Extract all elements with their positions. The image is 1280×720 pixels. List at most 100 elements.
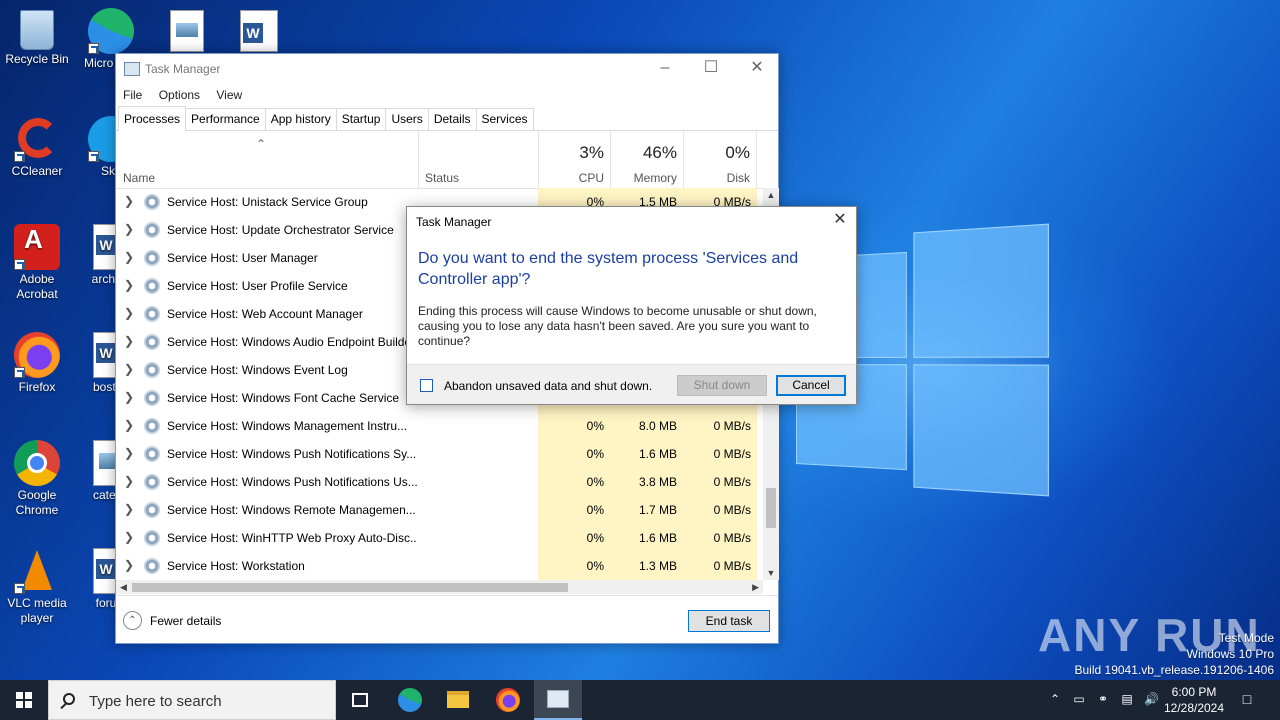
column-disk[interactable]: 0% Disk xyxy=(683,131,757,189)
chevron-right-icon[interactable]: ❯ xyxy=(124,334,134,348)
clock-date: 12/28/2024 xyxy=(1163,701,1225,715)
process-name: Service Host: Windows Push Notifications… xyxy=(167,475,417,489)
minimize-button[interactable]: – xyxy=(642,54,688,84)
desktop-icon-adobe-acrobat[interactable]: A Adobe Acrobat xyxy=(0,224,74,302)
scroll-right-icon[interactable]: ▶ xyxy=(752,580,759,594)
task-view-icon xyxy=(352,693,368,707)
taskbar-task-manager[interactable] xyxy=(534,680,582,720)
firefox-icon xyxy=(496,688,520,712)
tab-services[interactable]: Services xyxy=(475,108,534,130)
bluetooth-icon[interactable]: ⚭ xyxy=(1096,692,1110,706)
column-name[interactable]: ⌃ Name xyxy=(116,131,418,189)
taskbar-firefox[interactable] xyxy=(484,680,532,720)
scroll-thumb[interactable] xyxy=(132,583,568,592)
disk-cell: 0 MB/s xyxy=(683,552,757,580)
chrome-icon xyxy=(14,440,60,486)
process-name: Service Host: Web Account Manager xyxy=(167,307,363,321)
chevron-right-icon[interactable]: ❯ xyxy=(124,474,134,488)
cpu-cell: 0% xyxy=(538,496,610,524)
volume-icon[interactable]: 🔊 xyxy=(1144,692,1159,706)
scroll-thumb[interactable] xyxy=(766,488,776,528)
desktop-icon-recycle-bin[interactable]: Recycle Bin xyxy=(0,8,74,67)
process-name: Service Host: Windows Remote Managemen..… xyxy=(167,503,416,517)
folder-icon xyxy=(447,691,469,708)
column-cpu[interactable]: 3% CPU xyxy=(538,131,610,189)
column-cpu-label: CPU xyxy=(578,171,604,185)
tab-strip: Processes Performance App history Startu… xyxy=(116,106,778,131)
taskbar-file-explorer[interactable] xyxy=(434,680,482,720)
search-placeholder: Type here to search xyxy=(89,693,222,710)
tablet-icon[interactable]: ▭ xyxy=(1072,692,1086,706)
scroll-left-icon[interactable]: ◀ xyxy=(120,580,127,594)
close-button[interactable]: ✕ xyxy=(734,54,780,84)
menu-options[interactable]: Options xyxy=(159,84,200,106)
menu-view[interactable]: View xyxy=(216,84,242,106)
tab-app-history[interactable]: App history xyxy=(264,108,337,130)
table-row[interactable]: ❯ Service Host: Windows Push Notification… xyxy=(116,440,763,468)
chevron-right-icon[interactable]: ❯ xyxy=(124,194,134,208)
horizontal-scrollbar[interactable]: ◀ ▶ xyxy=(116,580,763,594)
network-icon[interactable]: ▤ xyxy=(1120,692,1134,706)
chevron-right-icon[interactable]: ❯ xyxy=(124,250,134,264)
fewer-details-button[interactable]: ⌃ Fewer details xyxy=(123,611,221,630)
chevron-right-icon[interactable]: ❯ xyxy=(124,390,134,404)
memory-cell: 1.6 MB xyxy=(610,440,683,468)
chevron-up-icon[interactable]: ⌃ xyxy=(1048,692,1062,706)
scroll-up-icon[interactable]: ▲ xyxy=(763,190,779,200)
chevron-right-icon[interactable]: ❯ xyxy=(124,222,134,236)
tab-processes[interactable]: Processes xyxy=(118,106,187,131)
taskbar-edge[interactable] xyxy=(386,680,434,720)
table-row[interactable]: ❯ Service Host: Windows Remote Managemen.… xyxy=(116,496,763,524)
chevron-right-icon[interactable]: ❯ xyxy=(124,530,134,544)
recycle-bin-icon xyxy=(20,10,54,50)
desktop-icon-ccleaner[interactable]: CCleaner xyxy=(0,116,74,179)
end-task-button[interactable]: End task xyxy=(688,610,770,632)
abandon-data-label[interactable]: Abandon unsaved data and shut down. xyxy=(444,379,652,393)
watermark-line: Windows 10 Pro xyxy=(1186,647,1274,661)
tab-users[interactable]: Users xyxy=(385,108,429,130)
watermark-line: Test Mode xyxy=(1218,631,1274,645)
cpu-cell: 0% xyxy=(538,552,610,580)
search-box[interactable]: Type here to search xyxy=(48,680,336,720)
task-view-button[interactable] xyxy=(336,680,384,720)
clock[interactable]: 6:00 PM 12/28/2024 xyxy=(1162,684,1226,716)
column-status-label: Status xyxy=(425,171,460,185)
chevron-right-icon[interactable]: ❯ xyxy=(124,558,134,572)
chevron-right-icon[interactable]: ❯ xyxy=(124,278,134,292)
column-memory[interactable]: 46% Memory xyxy=(610,131,683,189)
table-row[interactable]: ❯ Service Host: WinHTTP Web Proxy Auto-Di… xyxy=(116,524,763,552)
gear-icon xyxy=(144,558,160,574)
scroll-down-icon[interactable]: ▼ xyxy=(763,568,779,578)
cancel-button[interactable]: Cancel xyxy=(776,375,846,396)
desktop-icon-firefox[interactable]: Firefox xyxy=(0,332,74,395)
desktop-icon-label: Google Chrome xyxy=(15,488,59,517)
chevron-right-icon[interactable]: ❯ xyxy=(124,362,134,376)
table-row[interactable]: ❯ Service Host: Windows Push Notification… xyxy=(116,468,763,496)
disk-cell: 0 MB/s xyxy=(683,468,757,496)
chevron-right-icon[interactable]: ❯ xyxy=(124,502,134,516)
column-status[interactable]: Status xyxy=(418,131,538,189)
desktop-icon-image-file[interactable] xyxy=(170,10,204,52)
table-row[interactable]: ❯ Service Host: Windows Management Instru… xyxy=(116,412,763,440)
desktop-icon-google-chrome[interactable]: Google Chrome xyxy=(0,440,74,518)
shut-down-button[interactable]: Shut down xyxy=(677,375,767,396)
column-header: ⌃ Name Status 3% CPU 46% Memory 0% Disk xyxy=(116,131,778,189)
tab-details[interactable]: Details xyxy=(427,108,477,130)
start-button[interactable] xyxy=(0,680,48,720)
notification-icon[interactable]: □ xyxy=(1240,692,1254,706)
chevron-right-icon[interactable]: ❯ xyxy=(124,306,134,320)
maximize-button[interactable]: ☐ xyxy=(688,54,734,84)
chevron-right-icon[interactable]: ❯ xyxy=(124,418,134,432)
menu-file[interactable]: File xyxy=(123,84,142,106)
tab-performance[interactable]: Performance xyxy=(185,108,266,130)
taskbar: Type here to search ⌃ ▭ ⚭ ▤ 🔊 6:00 PM 12… xyxy=(0,680,1280,720)
desktop-icon-vlc[interactable]: VLC media player xyxy=(0,548,74,626)
gear-icon xyxy=(144,390,160,406)
table-row[interactable]: ❯ Service Host: Workstation 0% 1.3 MB 0 MB/s xyxy=(116,552,763,580)
tab-startup[interactable]: Startup xyxy=(335,108,387,130)
abandon-data-checkbox[interactable] xyxy=(420,379,433,392)
end-process-dialog: Task Manager ✕ Do you want to end the sy… xyxy=(406,206,857,405)
desktop-icon-word-file[interactable]: W xyxy=(240,10,278,52)
close-icon[interactable]: ✕ xyxy=(830,211,850,231)
chevron-right-icon[interactable]: ❯ xyxy=(124,446,134,460)
